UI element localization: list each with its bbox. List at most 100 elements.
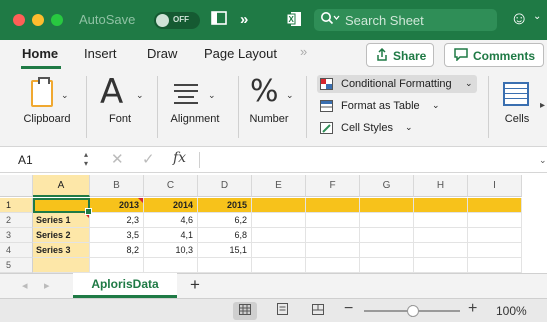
- column-header-i[interactable]: I: [468, 175, 522, 197]
- insert-function-icon[interactable]: fx: [173, 150, 186, 166]
- cell-e3[interactable]: [252, 228, 306, 243]
- name-box[interactable]: A1 ▴ ▾: [12, 150, 94, 169]
- cell-g3[interactable]: [360, 228, 414, 243]
- cell-a4[interactable]: Series 3: [33, 243, 90, 258]
- cell-c5[interactable]: [144, 258, 198, 273]
- row-header-4[interactable]: 4: [0, 243, 33, 258]
- cell-g5[interactable]: [360, 258, 414, 273]
- page-layout-view-button[interactable]: [270, 302, 294, 320]
- row-header-5[interactable]: 5: [0, 258, 33, 273]
- column-header-e[interactable]: E: [252, 175, 306, 197]
- select-all-corner[interactable]: [0, 175, 33, 197]
- cell-c2[interactable]: 4,6: [144, 213, 198, 228]
- column-header-g[interactable]: G: [360, 175, 414, 197]
- cell-a2[interactable]: Series 1: [33, 213, 90, 228]
- cell-f4[interactable]: [306, 243, 360, 258]
- normal-view-button[interactable]: [233, 302, 257, 320]
- cell-g2[interactable]: [360, 213, 414, 228]
- cell-c3[interactable]: 4,1: [144, 228, 198, 243]
- cell-d4[interactable]: 15,1: [198, 243, 252, 258]
- column-header-a[interactable]: A: [33, 175, 90, 197]
- cell-styles-button[interactable]: Cell Styles ⌄: [317, 119, 427, 137]
- spreadsheet-grid[interactable]: A B C D E F G H I 1 2013 2014 2015 2 Series 1 2,3 4,6 6,2…: [0, 175, 547, 273]
- cell-e2[interactable]: [252, 213, 306, 228]
- number-group[interactable]: % ⌄ Number: [244, 70, 294, 147]
- confirm-icon[interactable]: ✓: [142, 150, 155, 168]
- tab-draw[interactable]: Draw: [147, 46, 177, 61]
- chevron-down-icon[interactable]: ⌄: [539, 155, 547, 166]
- name-box-stepper-icon[interactable]: ▴ ▾: [84, 150, 88, 168]
- cell-i5[interactable]: [468, 258, 522, 273]
- column-header-d[interactable]: D: [198, 175, 252, 197]
- chevrons-right-icon[interactable]: »: [240, 11, 248, 28]
- cell-i2[interactable]: [468, 213, 522, 228]
- cell-h1[interactable]: [414, 198, 468, 213]
- cell-b3[interactable]: 3,5: [90, 228, 144, 243]
- previous-sheet-icon[interactable]: ◂: [22, 279, 28, 292]
- column-header-h[interactable]: H: [414, 175, 468, 197]
- cell-b4[interactable]: 8,2: [90, 243, 144, 258]
- cells-group[interactable]: Cells: [494, 70, 540, 147]
- row-header-2[interactable]: 2: [0, 213, 33, 228]
- cell-i1[interactable]: [468, 198, 522, 213]
- cell-b1[interactable]: 2013: [90, 198, 144, 213]
- sheet-tab-aplorisdata[interactable]: AplorisData: [73, 273, 177, 298]
- smiley-feedback-icon[interactable]: ☺: [510, 8, 528, 29]
- cell-h2[interactable]: [414, 213, 468, 228]
- tab-home[interactable]: Home: [22, 46, 58, 61]
- cell-f3[interactable]: [306, 228, 360, 243]
- cell-h5[interactable]: [414, 258, 468, 273]
- format-as-table-button[interactable]: Format as Table ⌄: [317, 97, 447, 115]
- comments-button[interactable]: Comments: [444, 43, 544, 67]
- cancel-icon[interactable]: ✕: [111, 150, 124, 168]
- cell-g4[interactable]: [360, 243, 414, 258]
- page-break-view-button[interactable]: [306, 302, 330, 320]
- tab-page-layout[interactable]: Page Layout: [204, 46, 277, 61]
- zoom-slider-handle[interactable]: [407, 305, 419, 317]
- column-header-f[interactable]: F: [306, 175, 360, 197]
- cell-d3[interactable]: 6,8: [198, 228, 252, 243]
- zoom-window-button[interactable]: [51, 14, 63, 26]
- alignment-group[interactable]: ⌄ Alignment: [162, 70, 228, 147]
- cell-d1[interactable]: 2015: [198, 198, 252, 213]
- zoom-in-button[interactable]: +: [468, 300, 477, 318]
- cell-f5[interactable]: [306, 258, 360, 273]
- cell-c4[interactable]: 10,3: [144, 243, 198, 258]
- cell-a5[interactable]: [33, 258, 90, 273]
- active-cell-selection[interactable]: [33, 198, 92, 215]
- minimize-window-button[interactable]: [32, 14, 44, 26]
- chevron-right-icon[interactable]: ▸: [540, 100, 545, 111]
- cell-f2[interactable]: [306, 213, 360, 228]
- cell-h3[interactable]: [414, 228, 468, 243]
- cell-b5[interactable]: [90, 258, 144, 273]
- more-tabs-icon[interactable]: »: [300, 44, 307, 59]
- next-sheet-icon[interactable]: ▸: [44, 279, 50, 292]
- chevron-down-icon[interactable]: ⌄: [533, 11, 541, 22]
- cell-i3[interactable]: [468, 228, 522, 243]
- cell-e1[interactable]: [252, 198, 306, 213]
- autosave-toggle[interactable]: OFF: [154, 12, 200, 29]
- cell-d5[interactable]: [198, 258, 252, 273]
- cell-g1[interactable]: [360, 198, 414, 213]
- row-header-1[interactable]: 1: [0, 198, 33, 213]
- sidebar-toggle-icon[interactable]: [211, 11, 227, 28]
- cell-i4[interactable]: [468, 243, 522, 258]
- cell-e4[interactable]: [252, 243, 306, 258]
- font-group[interactable]: A ⌄ Font: [92, 70, 148, 147]
- cell-e5[interactable]: [252, 258, 306, 273]
- search-input[interactable]: Search Sheet: [314, 9, 497, 31]
- conditional-formatting-button[interactable]: Conditional Formatting ⌄: [317, 75, 477, 93]
- zoom-out-button[interactable]: −: [344, 300, 353, 318]
- column-header-b[interactable]: B: [90, 175, 144, 197]
- cell-d2[interactable]: 6,2: [198, 213, 252, 228]
- cell-b2[interactable]: 2,3: [90, 213, 144, 228]
- clipboard-group[interactable]: ⌄ Clipboard: [14, 70, 80, 147]
- column-header-c[interactable]: C: [144, 175, 198, 197]
- add-sheet-button[interactable]: +: [190, 275, 200, 295]
- cell-f1[interactable]: [306, 198, 360, 213]
- row-header-3[interactable]: 3: [0, 228, 33, 243]
- share-button[interactable]: Share: [366, 43, 434, 67]
- close-window-button[interactable]: [13, 14, 25, 26]
- cell-a3[interactable]: Series 2: [33, 228, 90, 243]
- tab-insert[interactable]: Insert: [84, 46, 117, 61]
